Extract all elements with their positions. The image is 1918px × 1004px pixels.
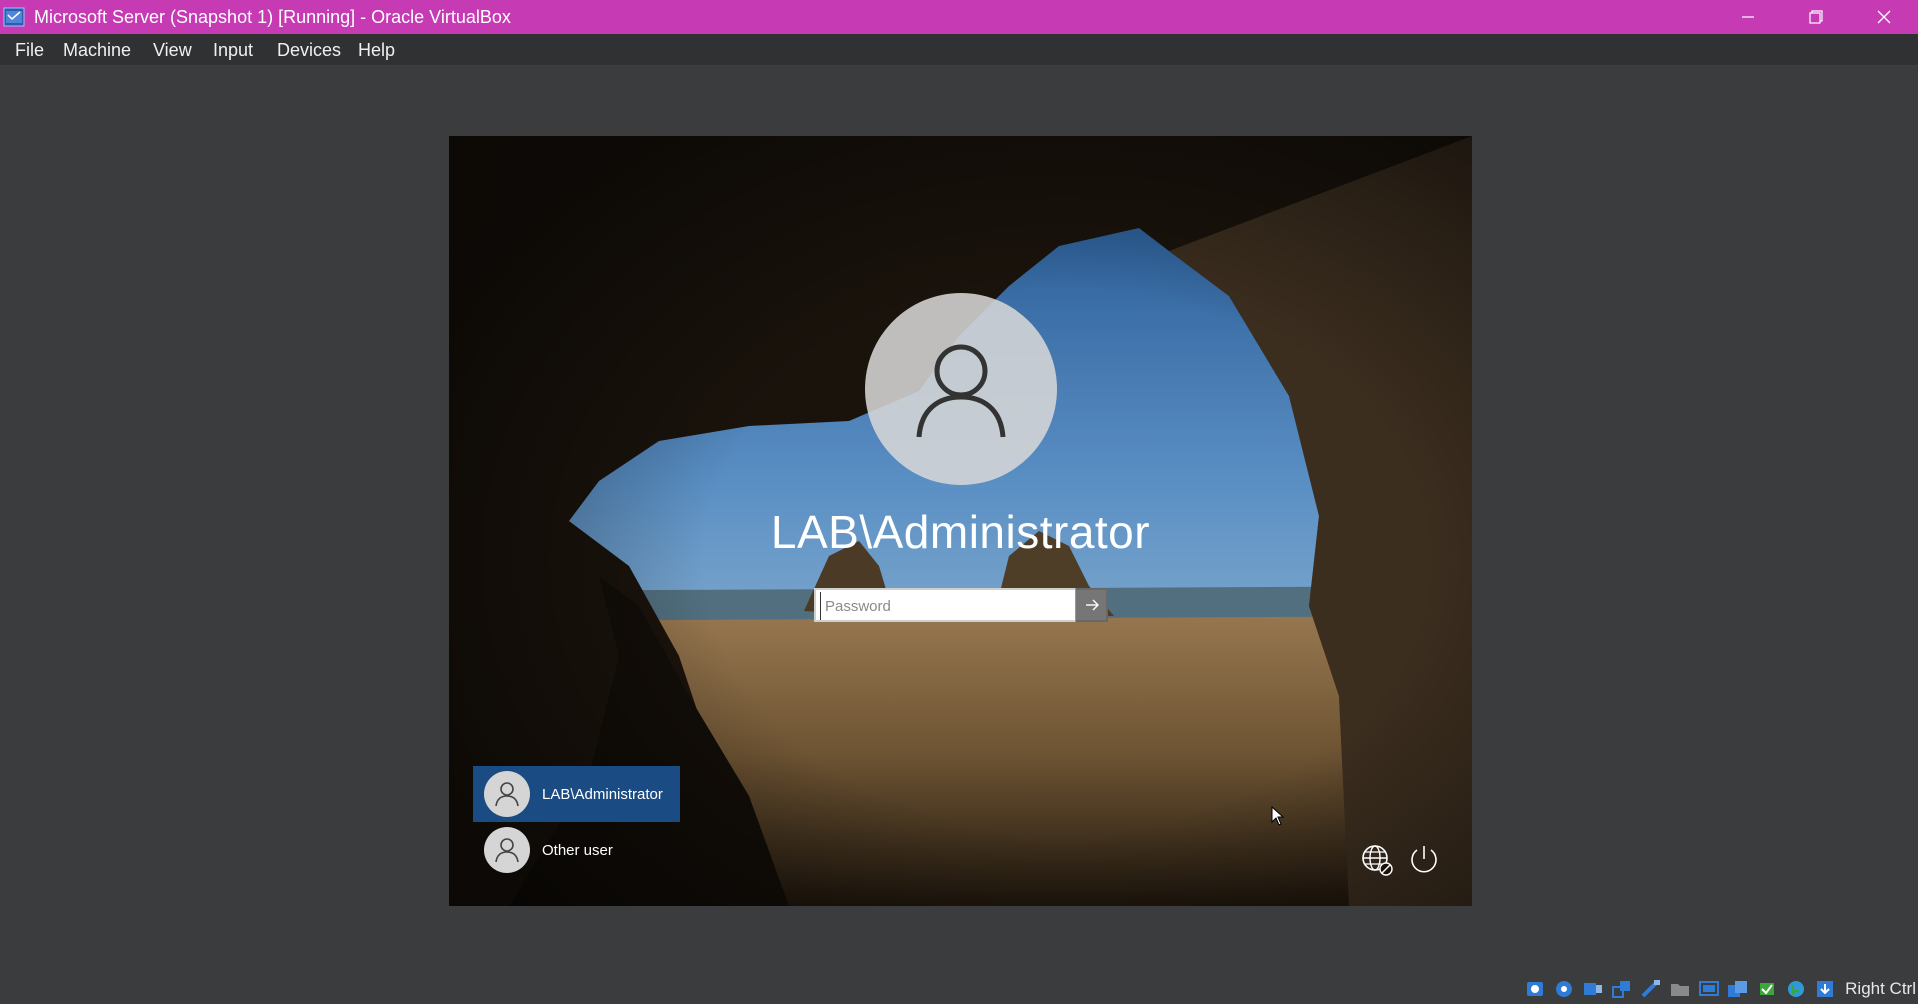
- account-name: LAB\Administrator: [770, 506, 1151, 558]
- user-icon: [495, 838, 519, 863]
- virtualbox-app-icon: [3, 7, 25, 27]
- hard-disk-icon[interactable]: [1524, 979, 1546, 999]
- optical-drive-icon[interactable]: [1553, 979, 1575, 999]
- menu-bar: File Machine View Input Devices Help: [0, 34, 1918, 66]
- minimize-button[interactable]: [1714, 0, 1782, 34]
- mouse-cursor-icon: [1271, 806, 1285, 826]
- network-adapter-icon[interactable]: [1611, 979, 1633, 999]
- display-icon[interactable]: [1698, 979, 1720, 999]
- user-tile-label: LAB\Administrator: [542, 785, 663, 803]
- menu-machine[interactable]: Machine: [63, 40, 131, 61]
- host-key-label: Right Ctrl: [1845, 979, 1916, 998]
- status-bar: Right Ctrl: [1524, 978, 1918, 1000]
- mouse-integration-icon[interactable]: [1785, 979, 1807, 999]
- close-button[interactable]: [1850, 0, 1918, 34]
- submit-password-button[interactable]: [1075, 588, 1108, 622]
- audio-icon[interactable]: [1582, 979, 1604, 999]
- vm-display[interactable]: LAB\Administrator LAB\Administrator Othe…: [449, 136, 1472, 906]
- network-button[interactable]: [1360, 843, 1394, 877]
- usb-icon[interactable]: [1640, 979, 1662, 999]
- arrow-right-icon: [1086, 599, 1099, 611]
- user-icon: [495, 782, 519, 807]
- menu-file[interactable]: File: [15, 40, 44, 61]
- password-box: [814, 588, 1108, 622]
- user-avatar-small: [484, 827, 530, 873]
- title-bar[interactable]: Microsoft Server (Snapshot 1) [Running] …: [0, 0, 1918, 34]
- video-capture-icon[interactable]: [1727, 979, 1749, 999]
- password-input[interactable]: [820, 592, 1077, 620]
- power-icon: [1411, 846, 1437, 873]
- user-tile-label: Other user: [542, 841, 613, 859]
- minimize-icon: [1742, 16, 1754, 18]
- window-title: Microsoft Server (Snapshot 1) [Running] …: [34, 7, 511, 27]
- menu-input[interactable]: Input: [213, 40, 253, 61]
- network-icon: [1362, 845, 1393, 876]
- menu-help[interactable]: Help: [358, 40, 395, 61]
- close-icon: [1877, 10, 1891, 24]
- menu-devices[interactable]: Devices: [277, 40, 341, 61]
- power-button[interactable]: [1407, 843, 1441, 877]
- user-tile-other[interactable]: Other user: [473, 822, 680, 878]
- cpu-icon[interactable]: [1756, 979, 1778, 999]
- shared-folders-icon[interactable]: [1669, 979, 1691, 999]
- menu-view[interactable]: View: [153, 40, 192, 61]
- keyboard-capture-icon[interactable]: [1814, 979, 1836, 999]
- user-tile-administrator[interactable]: LAB\Administrator: [473, 766, 680, 822]
- user-avatar-small: [484, 771, 530, 817]
- restore-icon: [1809, 10, 1823, 24]
- user-icon: [916, 344, 1006, 438]
- restore-button[interactable]: [1782, 0, 1850, 34]
- user-avatar: [865, 293, 1057, 485]
